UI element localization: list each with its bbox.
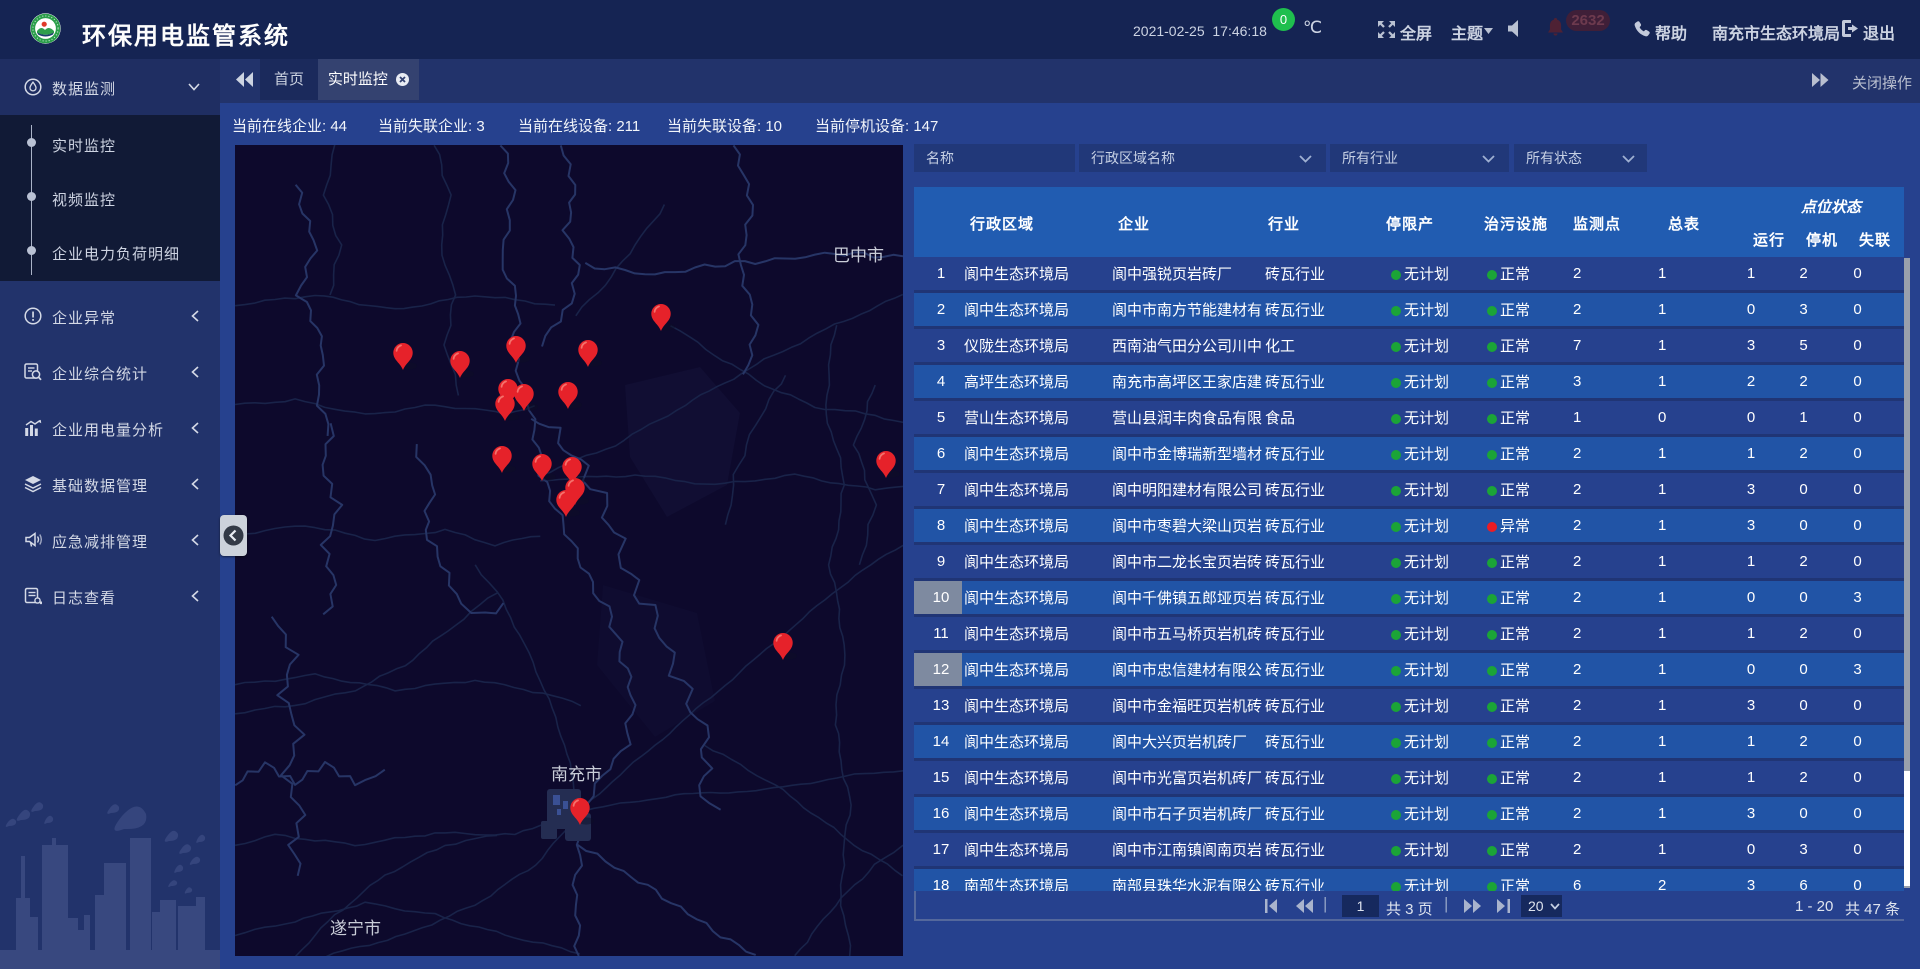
svg-text:南充市: 南充市 <box>551 765 602 784</box>
svg-text:遂宁市: 遂宁市 <box>330 919 381 938</box>
svg-text:巴中市: 巴中市 <box>833 246 884 265</box>
